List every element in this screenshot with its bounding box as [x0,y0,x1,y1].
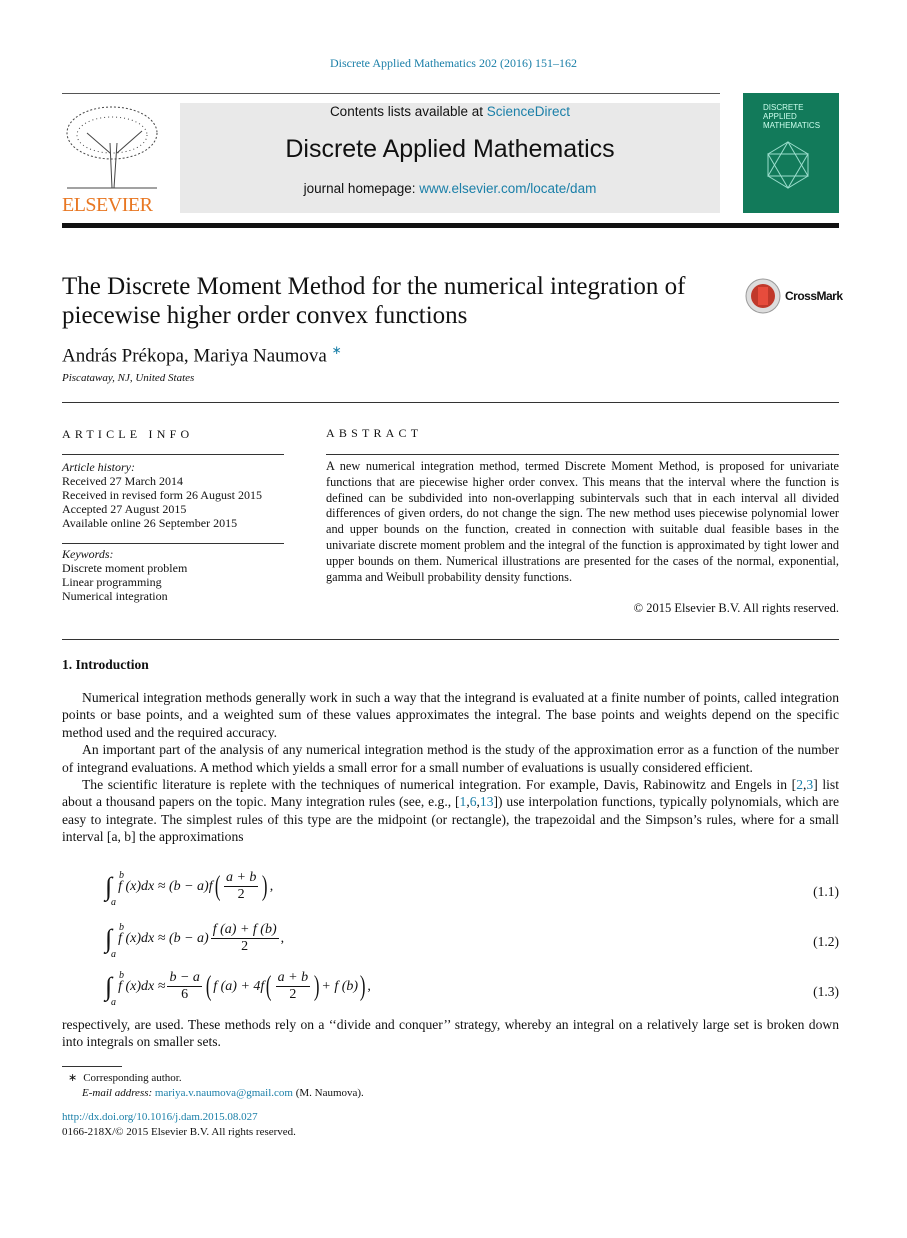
email-suffix: (M. Naumova). [292,1087,364,1099]
divider [62,402,839,403]
ref-link[interactable]: 2 [796,777,803,792]
article-history: Article history: Received 27 March 2014 … [62,460,284,530]
article-title: The Discrete Moment Method for the numer… [62,273,686,329]
keywords-label: Keywords: [62,547,114,561]
article-info-heading: ARTICLE INFO [62,427,194,441]
corresponding-author-mark[interactable]: ∗ [332,343,342,357]
header-rule [62,223,839,228]
footnote: ∗ Corresponding author. E-mail address: m… [62,1071,364,1101]
author-names: András Prékopa, Mariya Naumova [62,345,327,367]
elsevier-tree-icon [66,106,158,189]
history-item: Received 27 March 2014 [62,474,183,488]
paragraph: respectively, are used. These methods re… [62,1017,839,1050]
homepage-link[interactable]: www.elsevier.com/locate/dam [419,181,596,196]
footnote-rule [62,1066,122,1067]
footnote-label: Corresponding author. [83,1072,182,1084]
cover-title: DISCRETE APPLIED MATHEMATICS [763,103,821,130]
keywords: Keywords: Discrete moment problem Linear… [62,547,284,603]
journal-banner: Contents lists available at ScienceDirec… [180,103,720,213]
divider [326,454,839,455]
intro-text: Numerical integration methods generally … [62,689,839,846]
sciencedirect-link[interactable]: ScienceDirect [487,104,570,119]
divider [62,454,284,455]
elsevier-logo: ELSEVIER [62,103,162,216]
abstract-text: A new numerical integration method, term… [326,459,839,584]
email-link[interactable]: mariya.v.naumova@gmail.com [155,1087,293,1099]
divider [62,93,720,94]
equation-number: (1.3) [813,984,839,999]
text: The scientific literature is replete wit… [82,777,797,793]
homepage-label: journal homepage: [303,181,420,196]
equation-1-2: ∫ b a f (x)dx ≈ (b − a) f (a) + f (b) 2 , [105,921,285,960]
paragraph: The scientific literature is replete wit… [62,776,839,846]
integral-sign: ∫ b a [105,969,124,1008]
paragraph: Numerical integration methods generally … [62,690,839,740]
equation-number: (1.1) [813,884,839,899]
issn-copyright: 0166-218X/© 2015 Elsevier B.V. All right… [62,1126,296,1138]
cover-graph-icon [767,141,809,189]
journal-cover: DISCRETE APPLIED MATHEMATICS [743,93,839,213]
elsevier-wordmark: ELSEVIER [62,194,153,216]
email-label: E-mail address: [82,1087,155,1099]
contents-text: Contents lists available at [329,104,487,119]
doi-link[interactable]: http://dx.doi.org/10.1016/j.dam.2015.08.… [62,1111,258,1123]
equation-1-1: ∫ b a f (x)dx ≈ (b − a)f (a + b 2) , [105,869,274,908]
history-item: Accepted 27 August 2015 [62,502,187,516]
crossmark-icon [745,278,781,314]
section-heading-introduction: 1. Introduction [62,657,149,672]
abstract-copyright: © 2015 Elsevier B.V. All rights reserved… [633,601,839,615]
paragraph: An important part of the analysis of any… [62,742,839,775]
divider [62,543,284,544]
equation-number: (1.2) [813,934,839,949]
history-item: Received in revised form 26 August 2015 [62,488,262,502]
authors: András Prékopa, Mariya Naumova ∗ [62,343,342,367]
ref-link[interactable]: 6 [470,794,477,809]
integral-sign: ∫ b a [105,921,124,960]
keyword: Numerical integration [62,589,168,603]
ref-link[interactable]: 13 [480,794,494,809]
divider [62,639,839,640]
keyword: Discrete moment problem [62,561,188,575]
journal-name: Discrete Applied Mathematics [285,135,615,163]
keyword: Linear programming [62,575,162,589]
affiliation: Piscataway, NJ, United States [62,372,195,384]
footnote-mark: ∗ [68,1072,78,1084]
integral-sign: ∫ b a [105,869,124,908]
history-item: Available online 26 September 2015 [62,516,238,530]
crossmark-label: CrossMark [785,289,843,303]
journal-citation-link[interactable]: Discrete Applied Mathematics 202 (2016) … [0,56,907,71]
crossmark-button[interactable]: CrossMark [745,278,843,314]
history-label: Article history: [62,460,135,474]
abstract-heading: ABSTRACT [326,426,423,440]
equation-1-3: ∫ b a f (x)dx ≈ b − a6 (f (a) + 4f (a + b2… [105,969,371,1008]
